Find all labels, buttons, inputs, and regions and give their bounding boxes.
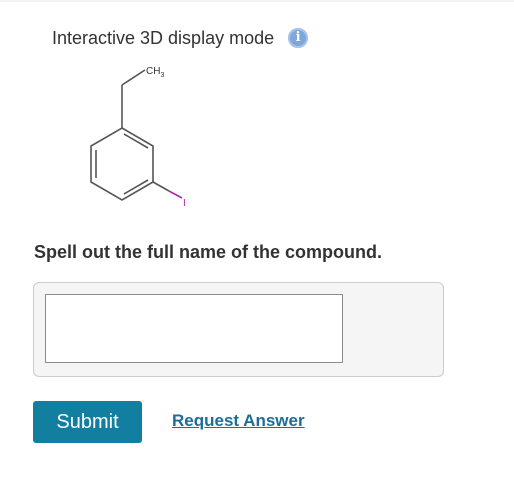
display-mode-row: Interactive 3D display mode i: [52, 26, 309, 50]
benzene-ring: [90, 127, 154, 201]
question-page: Interactive 3D display mode i CH3 I Spel…: [0, 0, 514, 490]
methyl-label: CH3: [146, 66, 164, 79]
request-answer-link[interactable]: Request Answer: [172, 410, 305, 432]
bond-ring-iodine-gray: [152, 181, 170, 192]
bond-ring-iodine-purple: [168, 190, 183, 199]
methyl-subscript: 3: [160, 72, 164, 79]
iodine-label: I: [183, 198, 186, 209]
info-icon[interactable]: i: [288, 28, 309, 48]
question-prompt: Spell out the full name of the compound.: [34, 242, 382, 262]
submit-button[interactable]: Submit: [33, 401, 142, 443]
top-divider: [0, 0, 514, 2]
display-mode-label: Interactive 3D display mode: [52, 28, 275, 48]
bond-ch3-ch2: [121, 69, 146, 86]
molecule-structure: CH3 I: [90, 66, 186, 209]
answer-container: [33, 282, 444, 377]
compound-name-input[interactable]: [45, 294, 343, 363]
